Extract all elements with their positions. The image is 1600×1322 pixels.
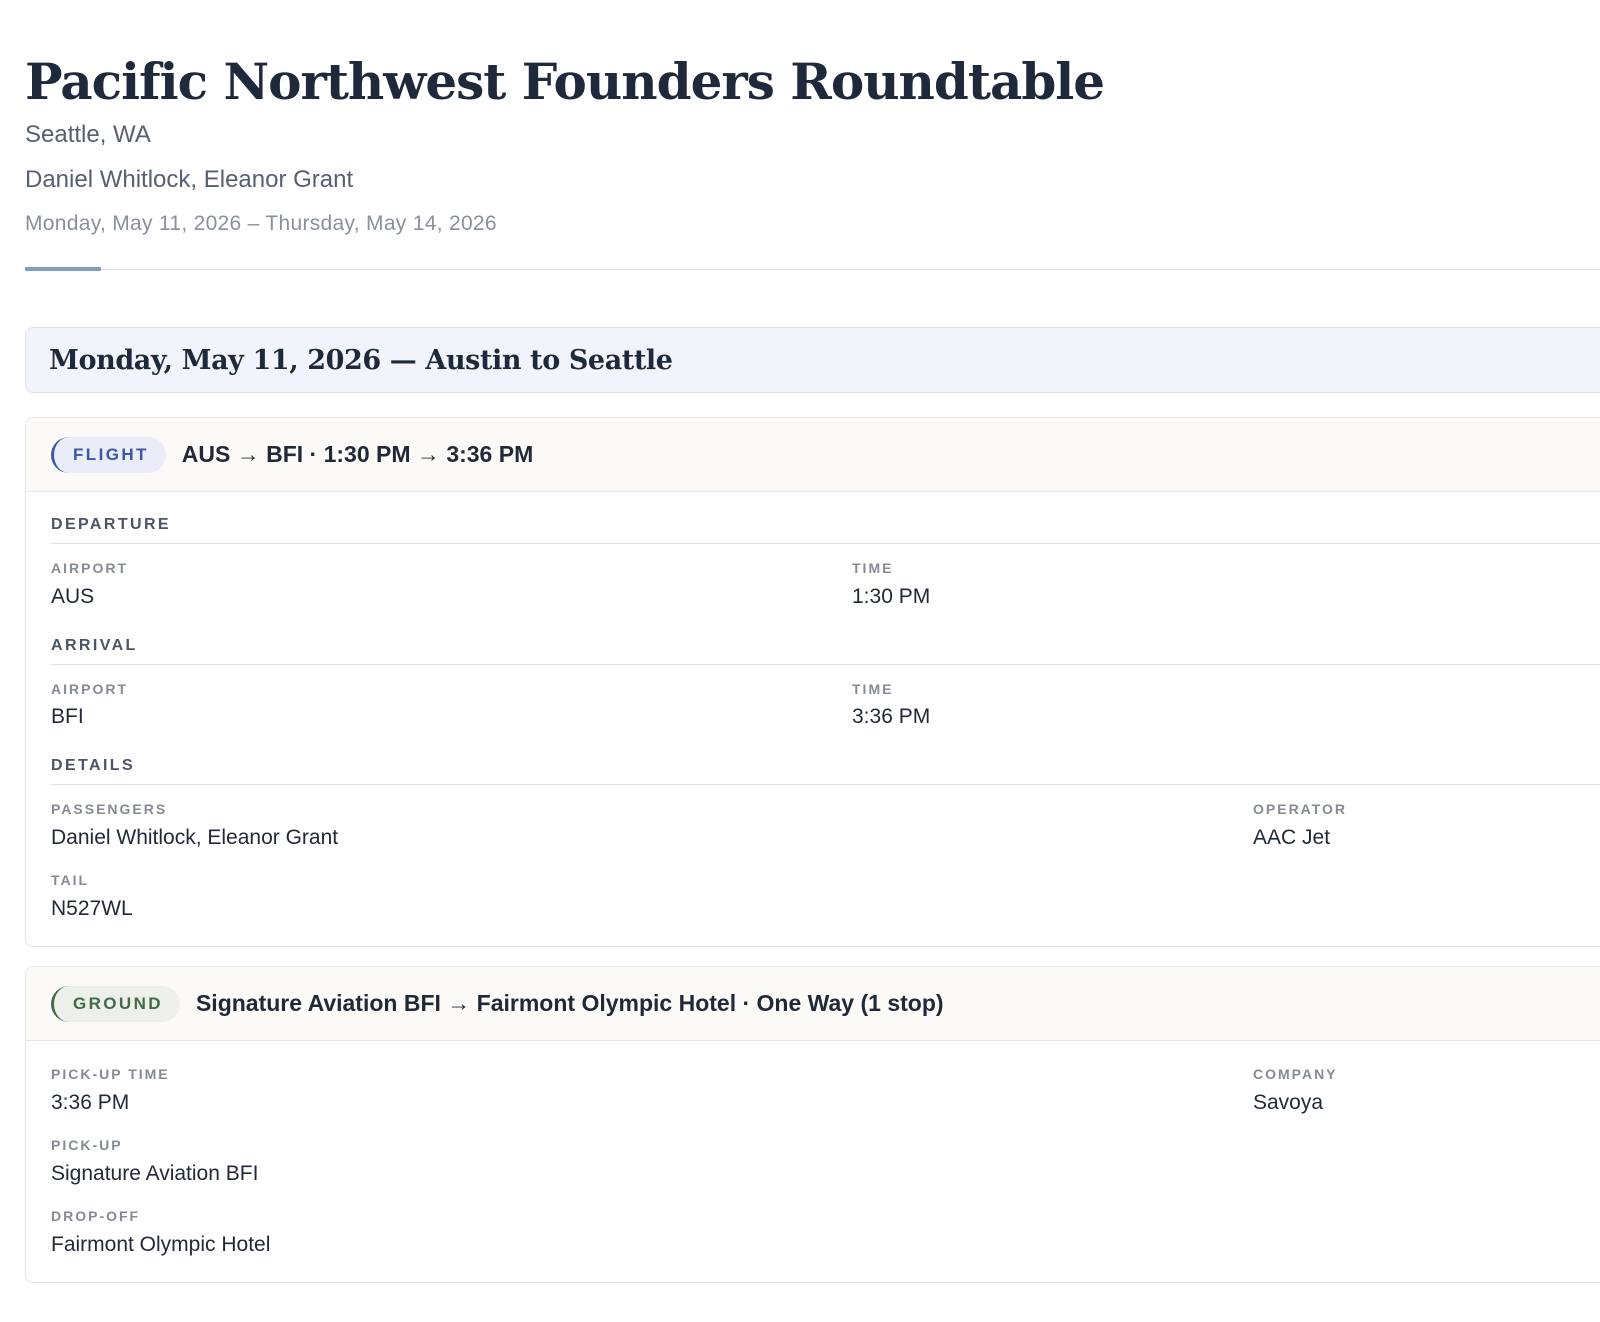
- flight-summary: AUS → BFI · 1:30 PM → 3:36 PM: [181, 441, 534, 467]
- trip-title: Pacific Northwest Founders Roundtable: [25, 52, 1105, 111]
- ground-card-header: GROUND Signature Aviation BFI → Fairmont…: [26, 967, 1600, 1041]
- arrival-airport-value: BFI: [51, 705, 84, 728]
- arrival-divider: [51, 664, 1600, 665]
- header-divider: [25, 269, 1600, 270]
- day-header-title: Monday, May 11, 2026 — Austin to Seattle: [49, 344, 673, 376]
- operator-value: AAC Jet: [1253, 826, 1331, 849]
- pickup-value: Signature Aviation BFI: [51, 1162, 259, 1185]
- ground-card: GROUND Signature Aviation BFI → Fairmont…: [25, 966, 1600, 1283]
- trip-location: Seattle, WA: [25, 121, 151, 148]
- itinerary-page: Pacific Northwest Founders Roundtable Se…: [0, 0, 1600, 1322]
- ground-badge: GROUND: [51, 985, 180, 1022]
- dropoff-value: Fairmont Olympic Hotel: [51, 1233, 271, 1256]
- company-label: COMPANY: [1253, 1066, 1338, 1082]
- flight-card-header: FLIGHT AUS → BFI · 1:30 PM → 3:36 PM: [26, 418, 1600, 492]
- tail-value: N527WL: [51, 897, 133, 920]
- details-divider: [51, 784, 1600, 785]
- departure-airport-label: AIRPORT: [51, 560, 128, 576]
- passengers-label: PASSENGERS: [51, 801, 168, 817]
- details-section-label: DETAILS: [51, 757, 136, 774]
- departure-time-value: 1:30 PM: [852, 585, 931, 608]
- header-divider-accent: [25, 267, 101, 271]
- operator-label: OPERATOR: [1253, 801, 1348, 817]
- trip-travelers: Daniel Whitlock, Eleanor Grant: [25, 166, 354, 193]
- day-header: Monday, May 11, 2026 — Austin to Seattle: [25, 327, 1600, 393]
- departure-airport-value: AUS: [51, 585, 95, 608]
- departure-divider: [51, 543, 1600, 544]
- flight-badge: FLIGHT: [51, 436, 166, 473]
- pickup-time-value: 3:36 PM: [51, 1091, 130, 1114]
- departure-time-label: TIME: [852, 560, 894, 576]
- departure-section-label: DEPARTURE: [51, 516, 171, 533]
- arrival-time-value: 3:36 PM: [852, 705, 931, 728]
- pickup-time-label: PICK-UP TIME: [51, 1066, 170, 1082]
- dropoff-label: DROP-OFF: [51, 1208, 141, 1224]
- flight-card: FLIGHT AUS → BFI · 1:30 PM → 3:36 PM DEP…: [25, 417, 1600, 947]
- pickup-label: PICK-UP: [51, 1137, 123, 1153]
- arrival-airport-label: AIRPORT: [51, 681, 128, 697]
- arrival-time-label: TIME: [852, 681, 894, 697]
- arrival-section-label: ARRIVAL: [51, 637, 138, 654]
- passengers-value: Daniel Whitlock, Eleanor Grant: [51, 826, 339, 849]
- company-value: Savoya: [1253, 1091, 1324, 1114]
- ground-summary: Signature Aviation BFI → Fairmont Olympi…: [195, 990, 944, 1016]
- tail-label: TAIL: [51, 872, 90, 888]
- trip-dates: Monday, May 11, 2026 – Thursday, May 14,…: [25, 212, 497, 235]
